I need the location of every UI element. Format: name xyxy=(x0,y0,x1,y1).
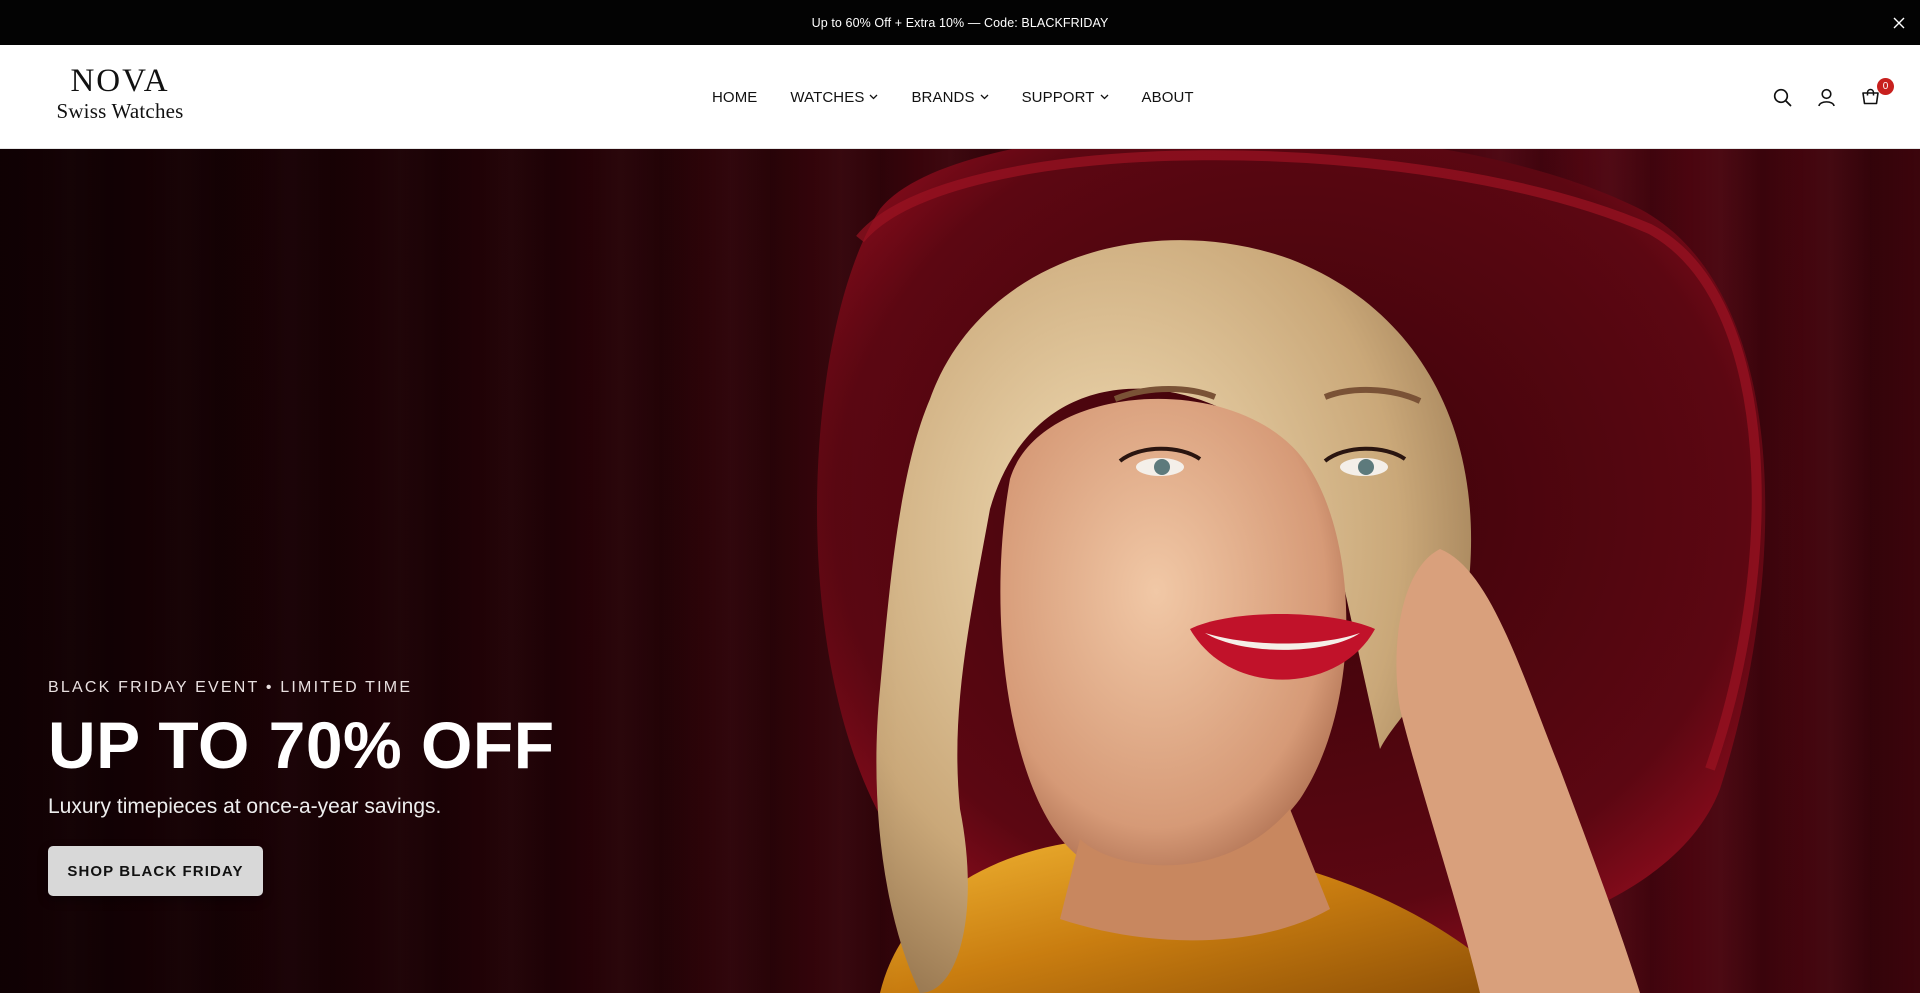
nav-item-label: BRANDS xyxy=(911,88,975,106)
hero-subline: Luxury timepieces at once-a-year savings… xyxy=(48,795,442,818)
site-header: NOVA Swiss Watches HOME WATCHES BRANDS S… xyxy=(0,45,1920,149)
main-nav: HOME WATCHES BRANDS SUPPORT ABOUT xyxy=(712,45,1227,149)
cart-icon[interactable]: 0 xyxy=(1858,78,1894,109)
nav-item-brands[interactable]: BRANDS xyxy=(911,88,989,106)
logo-tagline: Swiss Watches xyxy=(56,99,184,123)
nav-item-label: HOME xyxy=(712,88,758,106)
logo-brand: NOVA xyxy=(70,63,170,99)
nav-item-label: ABOUT xyxy=(1141,88,1194,106)
hero-eyebrow: BLACK FRIDAY EVENT • LIMITED TIME xyxy=(48,679,413,696)
hero-headline: UP TO 70% OFF xyxy=(48,708,555,782)
nav-item-watches[interactable]: WATCHES xyxy=(790,89,878,106)
announcement-text: Up to 60% Off + Extra 10% — Code: BLACKF… xyxy=(811,15,1109,30)
nav-item-home[interactable]: HOME xyxy=(712,89,757,106)
chevron-down-icon xyxy=(869,94,878,100)
nav-item-support[interactable]: SUPPORT xyxy=(1022,89,1109,106)
user-icon[interactable] xyxy=(1814,85,1838,109)
hero-banner: BLACK FRIDAY EVENT • LIMITED TIME UP TO … xyxy=(0,149,1920,993)
logo[interactable]: NOVA Swiss Watches xyxy=(52,63,188,123)
chevron-down-icon xyxy=(980,94,989,100)
nav-item-label: SUPPORT xyxy=(1021,88,1095,106)
nav-item-about[interactable]: ABOUT xyxy=(1142,89,1194,106)
search-icon[interactable] xyxy=(1770,85,1794,109)
hero-content: BLACK FRIDAY EVENT • LIMITED TIME UP TO … xyxy=(48,679,555,896)
announcement-bar: Up to 60% Off + Extra 10% — Code: BLACKF… xyxy=(0,0,1920,45)
nav-item-label: WATCHES xyxy=(790,88,865,106)
header-actions: 0 xyxy=(1750,45,1894,149)
cart-count-badge: 0 xyxy=(1877,78,1894,95)
shop-black-friday-button[interactable]: SHOP BLACK FRIDAY xyxy=(48,846,263,896)
chevron-down-icon xyxy=(1100,94,1109,100)
close-icon[interactable] xyxy=(1888,12,1910,34)
